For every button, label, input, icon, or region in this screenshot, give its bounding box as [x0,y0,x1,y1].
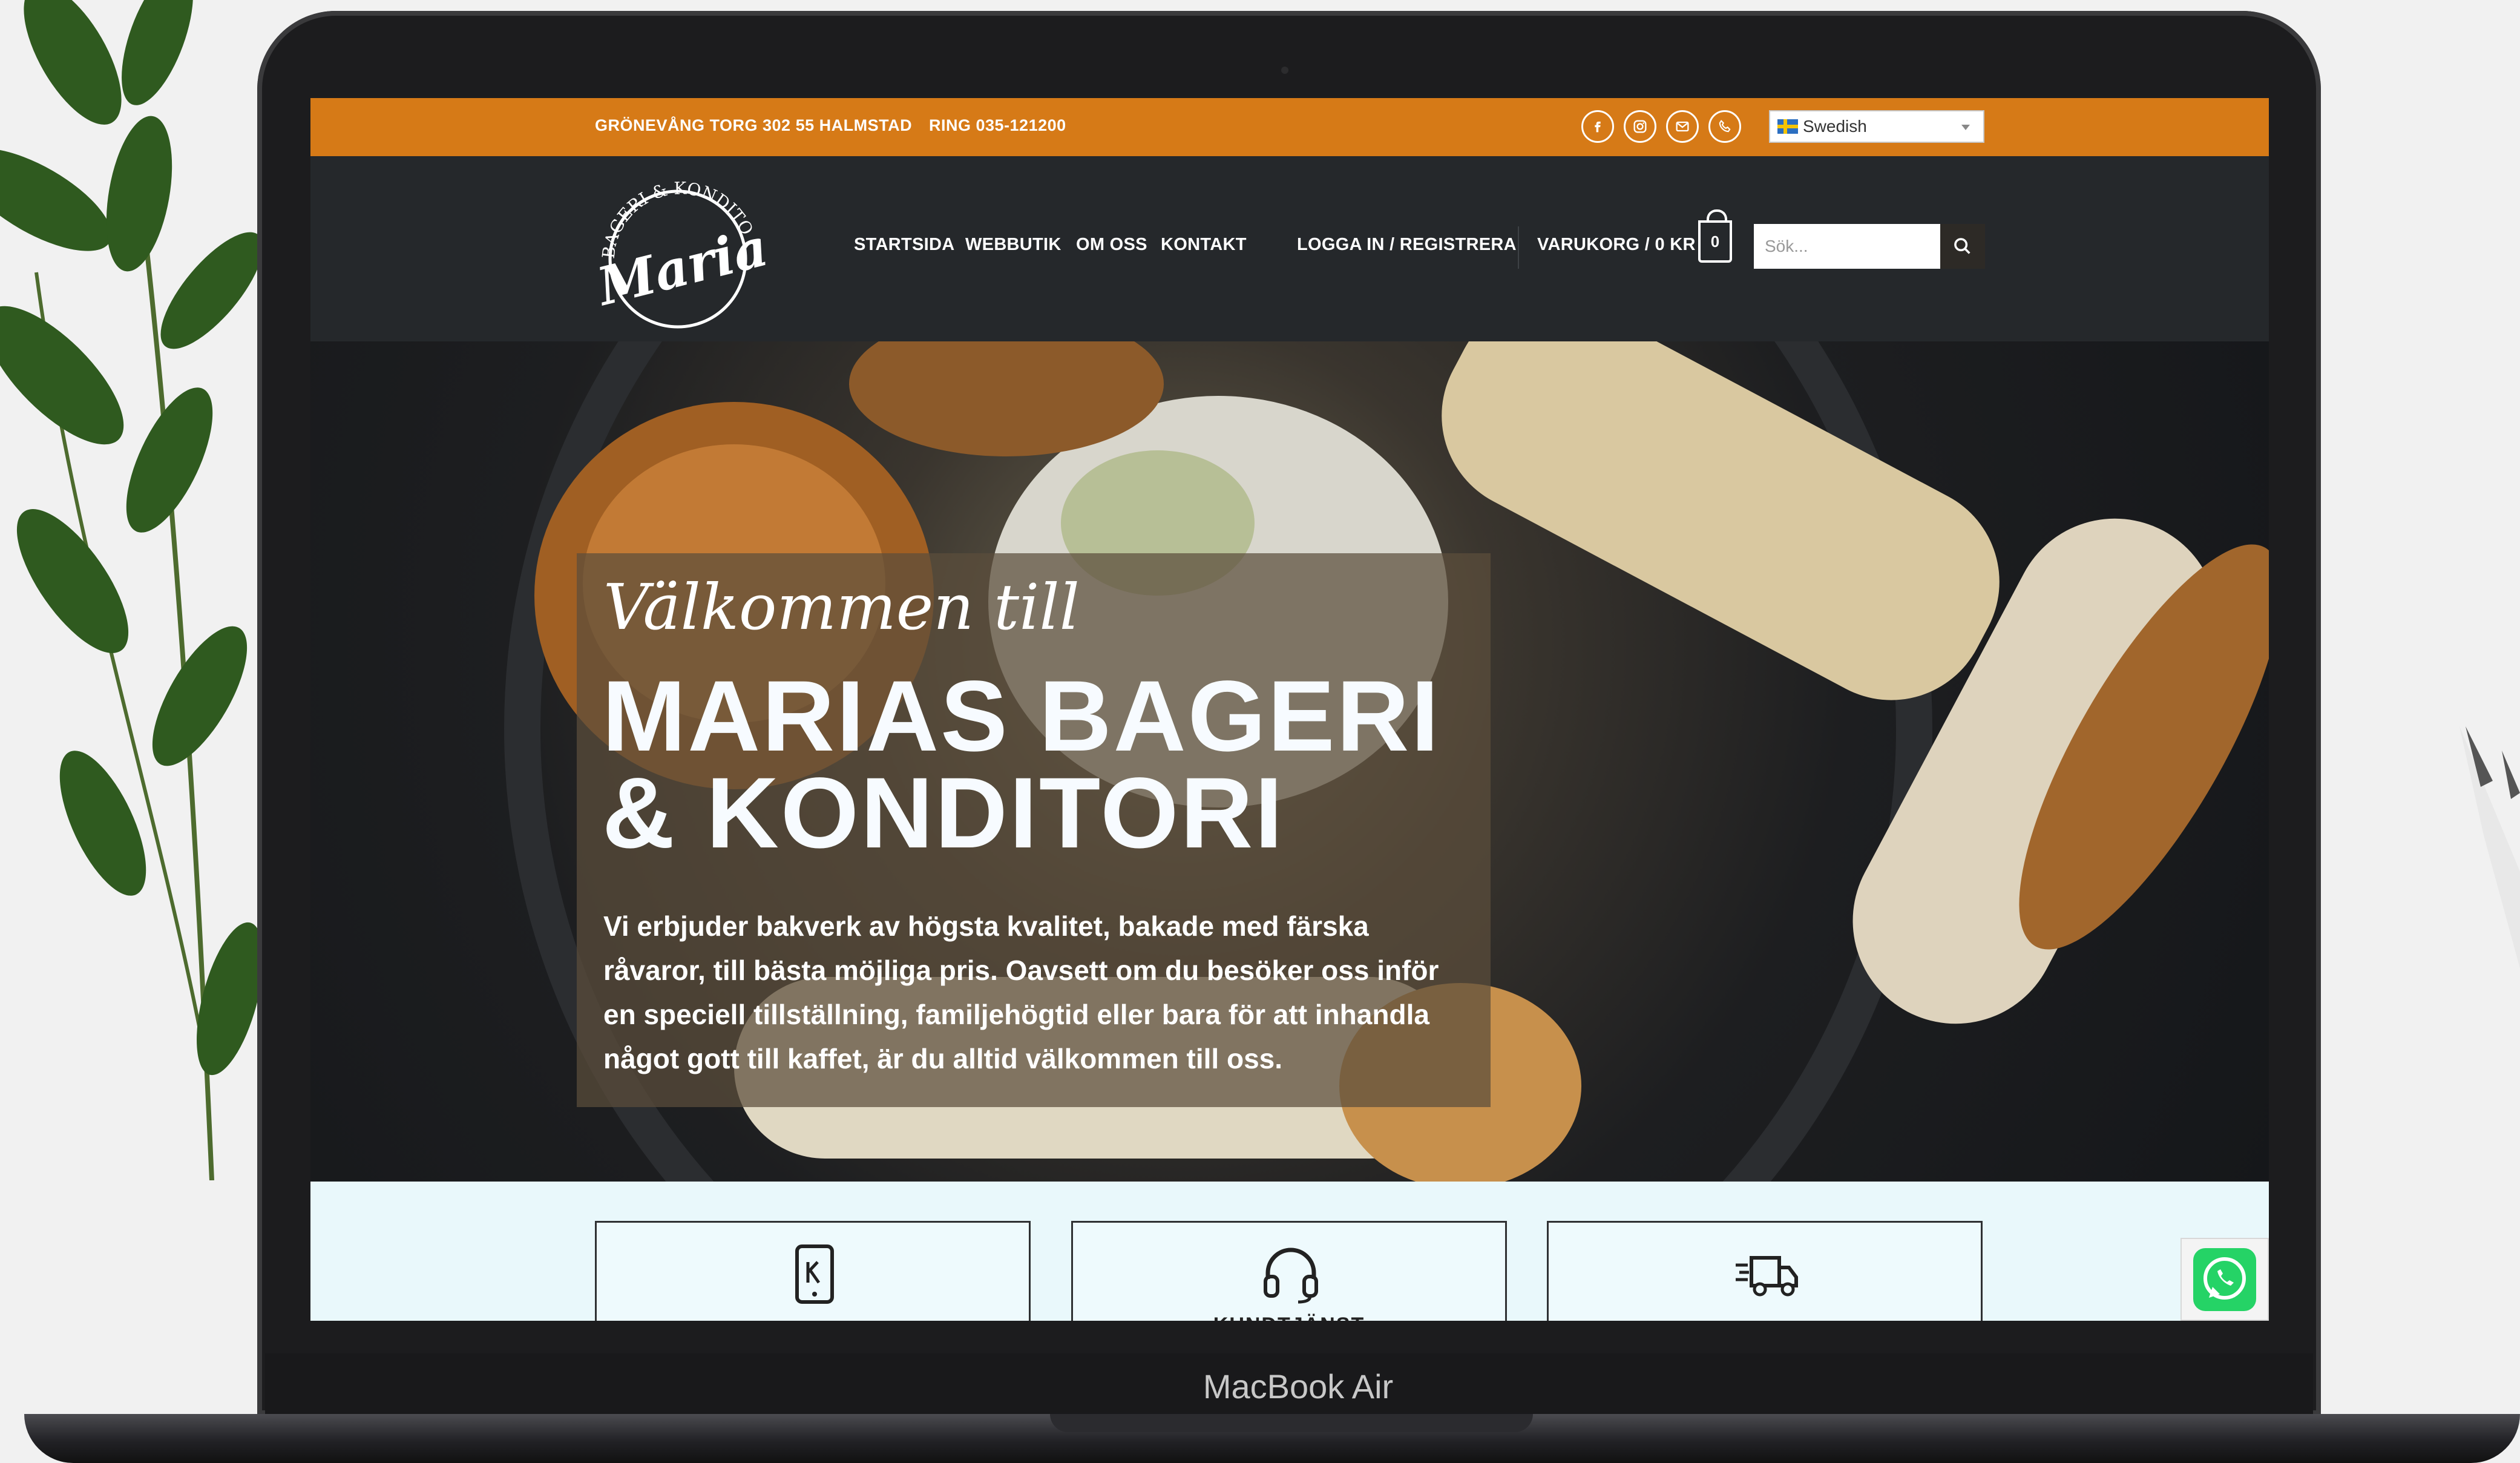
feature-label: KUNDTJÄNST [1073,1313,1505,1321]
plant-decoration [0,0,263,1180]
swedish-flag-icon [1777,119,1798,134]
delivery-truck-icon [1730,1241,1803,1307]
mail-icon[interactable] [1666,110,1699,143]
whatsapp-button[interactable] [2180,1238,2269,1321]
phone-text[interactable]: RING 035-121200 [929,116,1066,135]
cart-count-badge[interactable]: 0 [1698,209,1732,263]
feature-card-support[interactable]: KUNDTJÄNST [1071,1221,1507,1321]
mobile-payment-icon [778,1241,851,1307]
site-header: BAGERI & KONDITORI Maria's STARTSIDA WEB… [310,156,2269,341]
instagram-icon[interactable] [1624,110,1656,143]
pencil-decoration [2459,726,2520,968]
nav-kontakt[interactable]: KONTAKT [1161,235,1247,255]
whatsapp-icon [2193,1248,2256,1311]
browser-screen: GRÖNEVÅNG TORG 302 55 HALMSTAD RING 035-… [310,98,2269,1321]
facebook-icon[interactable] [1581,110,1614,143]
search-button[interactable] [1940,224,1985,269]
search-input[interactable] [1754,224,1940,269]
device-brand-label: MacBook Air [1203,1367,1394,1405]
camera [1281,67,1288,74]
hero-banner: Välkommen till MARIAS BAGERI & KONDITORI… [310,341,2269,1182]
address-text: GRÖNEVÅNG TORG 302 55 HALMSTAD [595,116,913,134]
hero-title: MARIAS BAGERI & KONDITORI [602,660,1441,869]
hero-description: Vi erbjuder bakverk av högsta kvalitet, … [603,910,1439,1074]
headset-icon [1255,1241,1327,1307]
laptop-notch [1050,1414,1533,1432]
phone-icon[interactable] [1708,110,1741,143]
search-icon [1954,238,1970,254]
nav-webbutik[interactable]: WEBBUTIK [965,235,1061,255]
language-label: Swedish [1803,117,1867,136]
language-select[interactable]: Swedish [1769,110,1984,143]
cart-link[interactable]: VARUKORG / 0 KR [1537,235,1696,255]
site-logo[interactable]: BAGERI & KONDITORI Maria's [590,168,766,332]
top-bar: GRÖNEVÅNG TORG 302 55 HALMSTAD RING 035-… [310,98,2269,156]
feature-card-payment[interactable] [595,1221,1031,1321]
nav-divider [1518,226,1519,269]
hero-welcome-script: Välkommen till [603,570,1080,644]
nav-startsida[interactable]: STARTSIDA [854,235,955,255]
login-link[interactable]: LOGGA IN / REGISTRERA [1297,235,1517,255]
feature-card-delivery[interactable] [1547,1221,1983,1321]
nav-om-oss[interactable]: OM OSS [1076,235,1147,255]
chevron-down-icon [1961,125,1970,130]
